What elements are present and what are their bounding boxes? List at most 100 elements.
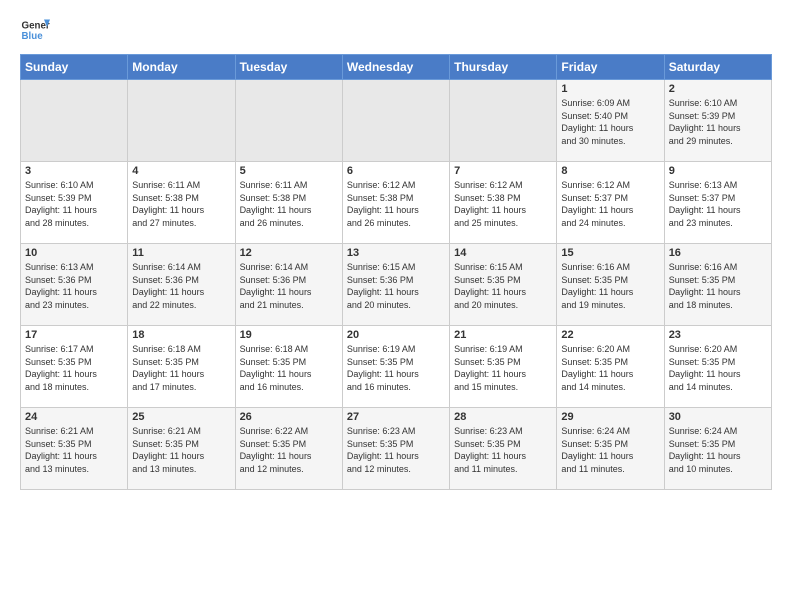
calendar-cell: 7 Sunrise: 6:12 AM Sunset: 5:38 PM Daylig… [450,162,557,244]
day-number: 21 [454,329,552,341]
day-number: 10 [25,247,123,259]
svg-text:Blue: Blue [22,31,44,42]
calendar-cell: 19 Sunrise: 6:18 AM Sunset: 5:35 PM Dayli… [235,326,342,408]
day-number: 16 [669,247,767,259]
day-info: Sunrise: 6:12 AM Sunset: 5:38 PM Dayligh… [454,179,552,229]
day-info: Sunrise: 6:24 AM Sunset: 5:35 PM Dayligh… [561,425,659,475]
day-info: Sunrise: 6:22 AM Sunset: 5:35 PM Dayligh… [240,425,338,475]
day-number: 30 [669,411,767,423]
day-number: 27 [347,411,445,423]
day-number: 14 [454,247,552,259]
calendar-cell: 17 Sunrise: 6:17 AM Sunset: 5:35 PM Dayli… [21,326,128,408]
calendar-cell: 10 Sunrise: 6:13 AM Sunset: 5:36 PM Dayli… [21,244,128,326]
logo: General Blue [20,16,54,44]
weekday-header-thursday: Thursday [450,55,557,80]
calendar: SundayMondayTuesdayWednesdayThursdayFrid… [20,54,772,490]
calendar-cell [21,80,128,162]
day-number: 29 [561,411,659,423]
calendar-cell: 25 Sunrise: 6:21 AM Sunset: 5:35 PM Dayli… [128,408,235,490]
calendar-cell: 1 Sunrise: 6:09 AM Sunset: 5:40 PM Daylig… [557,80,664,162]
day-number: 17 [25,329,123,341]
day-number: 23 [669,329,767,341]
weekday-header-saturday: Saturday [664,55,771,80]
day-info: Sunrise: 6:19 AM Sunset: 5:35 PM Dayligh… [454,343,552,393]
calendar-cell: 9 Sunrise: 6:13 AM Sunset: 5:37 PM Daylig… [664,162,771,244]
day-number: 25 [132,411,230,423]
calendar-cell: 15 Sunrise: 6:16 AM Sunset: 5:35 PM Dayli… [557,244,664,326]
day-info: Sunrise: 6:13 AM Sunset: 5:36 PM Dayligh… [25,261,123,311]
calendar-cell [450,80,557,162]
day-number: 1 [561,83,659,95]
day-number: 28 [454,411,552,423]
calendar-cell: 2 Sunrise: 6:10 AM Sunset: 5:39 PM Daylig… [664,80,771,162]
calendar-cell: 4 Sunrise: 6:11 AM Sunset: 5:38 PM Daylig… [128,162,235,244]
day-number: 6 [347,165,445,177]
calendar-cell: 14 Sunrise: 6:15 AM Sunset: 5:35 PM Dayli… [450,244,557,326]
day-info: Sunrise: 6:09 AM Sunset: 5:40 PM Dayligh… [561,97,659,147]
day-info: Sunrise: 6:15 AM Sunset: 5:35 PM Dayligh… [454,261,552,311]
day-info: Sunrise: 6:17 AM Sunset: 5:35 PM Dayligh… [25,343,123,393]
day-number: 3 [25,165,123,177]
calendar-cell: 23 Sunrise: 6:20 AM Sunset: 5:35 PM Dayli… [664,326,771,408]
day-info: Sunrise: 6:14 AM Sunset: 5:36 PM Dayligh… [240,261,338,311]
day-info: Sunrise: 6:11 AM Sunset: 5:38 PM Dayligh… [240,179,338,229]
calendar-cell: 26 Sunrise: 6:22 AM Sunset: 5:35 PM Dayli… [235,408,342,490]
calendar-cell: 27 Sunrise: 6:23 AM Sunset: 5:35 PM Dayli… [342,408,449,490]
calendar-cell: 18 Sunrise: 6:18 AM Sunset: 5:35 PM Dayli… [128,326,235,408]
day-info: Sunrise: 6:23 AM Sunset: 5:35 PM Dayligh… [454,425,552,475]
calendar-cell: 28 Sunrise: 6:23 AM Sunset: 5:35 PM Dayli… [450,408,557,490]
calendar-cell: 6 Sunrise: 6:12 AM Sunset: 5:38 PM Daylig… [342,162,449,244]
calendar-cell: 12 Sunrise: 6:14 AM Sunset: 5:36 PM Dayli… [235,244,342,326]
day-info: Sunrise: 6:19 AM Sunset: 5:35 PM Dayligh… [347,343,445,393]
day-number: 8 [561,165,659,177]
day-info: Sunrise: 6:10 AM Sunset: 5:39 PM Dayligh… [669,97,767,147]
day-number: 22 [561,329,659,341]
calendar-cell: 16 Sunrise: 6:16 AM Sunset: 5:35 PM Dayli… [664,244,771,326]
day-number: 24 [25,411,123,423]
day-info: Sunrise: 6:16 AM Sunset: 5:35 PM Dayligh… [669,261,767,311]
calendar-cell: 24 Sunrise: 6:21 AM Sunset: 5:35 PM Dayli… [21,408,128,490]
calendar-cell: 8Sunrise: 6:12 AM Sunset: 5:37 PM Daylig… [557,162,664,244]
calendar-cell: 30 Sunrise: 6:24 AM Sunset: 5:35 PM Dayli… [664,408,771,490]
calendar-cell: 3 Sunrise: 6:10 AM Sunset: 5:39 PM Daylig… [21,162,128,244]
day-number: 5 [240,165,338,177]
weekday-header-monday: Monday [128,55,235,80]
day-number: 7 [454,165,552,177]
day-info: Sunrise: 6:10 AM Sunset: 5:39 PM Dayligh… [25,179,123,229]
day-number: 18 [132,329,230,341]
day-info: Sunrise: 6:20 AM Sunset: 5:35 PM Dayligh… [561,343,659,393]
day-info: Sunrise: 6:13 AM Sunset: 5:37 PM Dayligh… [669,179,767,229]
day-info: Sunrise: 6:11 AM Sunset: 5:38 PM Dayligh… [132,179,230,229]
day-info: Sunrise: 6:12 AM Sunset: 5:38 PM Dayligh… [347,179,445,229]
day-number: 20 [347,329,445,341]
day-number: 12 [240,247,338,259]
day-info: Sunrise: 6:20 AM Sunset: 5:35 PM Dayligh… [669,343,767,393]
day-number: 2 [669,83,767,95]
day-number: 13 [347,247,445,259]
calendar-cell: 5 Sunrise: 6:11 AM Sunset: 5:38 PM Daylig… [235,162,342,244]
day-info: Sunrise: 6:21 AM Sunset: 5:35 PM Dayligh… [132,425,230,475]
day-number: 19 [240,329,338,341]
day-number: 4 [132,165,230,177]
calendar-cell: 20 Sunrise: 6:19 AM Sunset: 5:35 PM Dayli… [342,326,449,408]
day-number: 26 [240,411,338,423]
day-info: Sunrise: 6:14 AM Sunset: 5:36 PM Dayligh… [132,261,230,311]
calendar-cell [235,80,342,162]
day-info: Sunrise: 6:18 AM Sunset: 5:35 PM Dayligh… [240,343,338,393]
weekday-header-sunday: Sunday [21,55,128,80]
day-number: 9 [669,165,767,177]
day-number: 11 [132,247,230,259]
day-info: Sunrise: 6:18 AM Sunset: 5:35 PM Dayligh… [132,343,230,393]
day-info: Sunrise: 6:16 AM Sunset: 5:35 PM Dayligh… [561,261,659,311]
calendar-cell [128,80,235,162]
calendar-cell: 29 Sunrise: 6:24 AM Sunset: 5:35 PM Dayli… [557,408,664,490]
day-number: 15 [561,247,659,259]
calendar-cell: 22 Sunrise: 6:20 AM Sunset: 5:35 PM Dayli… [557,326,664,408]
calendar-cell: 11 Sunrise: 6:14 AM Sunset: 5:36 PM Dayli… [128,244,235,326]
day-info: Sunrise: 6:23 AM Sunset: 5:35 PM Dayligh… [347,425,445,475]
day-info: Sunrise: 6:24 AM Sunset: 5:35 PM Dayligh… [669,425,767,475]
day-info: Sunrise: 6:21 AM Sunset: 5:35 PM Dayligh… [25,425,123,475]
logo-icon: General Blue [20,16,50,44]
calendar-cell: 13Sunrise: 6:15 AM Sunset: 5:36 PM Dayli… [342,244,449,326]
header: General Blue [20,16,772,44]
